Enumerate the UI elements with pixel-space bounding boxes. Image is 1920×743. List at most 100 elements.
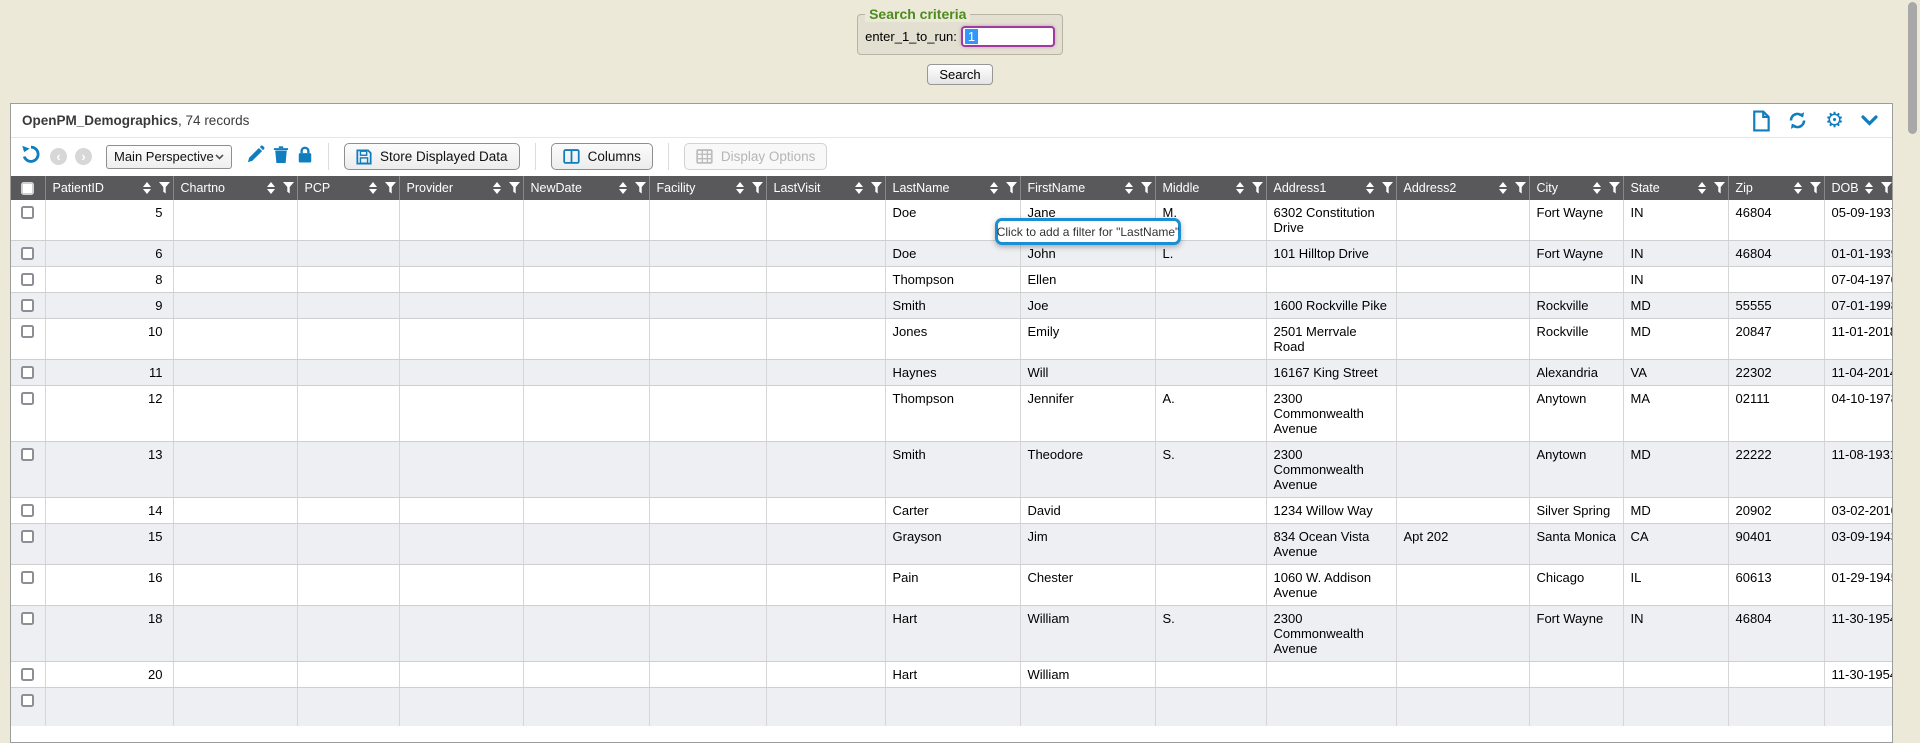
sort-arrows-icon[interactable] — [1788, 182, 1802, 194]
column-header-pcp[interactable]: PCP — [297, 176, 399, 200]
cell-newdate[interactable] — [523, 565, 649, 606]
cell-patientid[interactable]: 18 — [45, 606, 173, 662]
cell-address1[interactable]: 2300 Commonwealth Avenue — [1266, 386, 1396, 442]
cell-state[interactable]: CA — [1623, 524, 1728, 565]
cell-dob[interactable]: 11-30-1954 — [1824, 662, 1892, 688]
cell-city[interactable]: Santa Monica — [1529, 524, 1623, 565]
row-select-cell[interactable] — [11, 524, 45, 565]
cell-address1[interactable]: 2300 Commonwealth Avenue — [1266, 442, 1396, 498]
cell-middle[interactable] — [1155, 293, 1266, 319]
sort-arrows-icon[interactable] — [1119, 182, 1133, 194]
cell-address1[interactable]: 2501 Merrvale Road — [1266, 319, 1396, 360]
sort-arrows-icon[interactable] — [849, 182, 863, 194]
cell-city[interactable] — [1529, 267, 1623, 293]
cell-newdate[interactable] — [523, 293, 649, 319]
cell-patientid[interactable]: 10 — [45, 319, 173, 360]
row-select-cell[interactable] — [11, 688, 45, 726]
filter-funnel-icon[interactable] — [1382, 182, 1393, 194]
cell-pcp[interactable] — [297, 386, 399, 442]
select-all-header-cell[interactable] — [11, 176, 45, 200]
cell-lastname[interactable]: Jones — [885, 319, 1020, 360]
column-header-chartno[interactable]: Chartno — [173, 176, 297, 200]
column-header-lastvisit[interactable]: LastVisit — [766, 176, 885, 200]
column-header-zip[interactable]: Zip — [1728, 176, 1824, 200]
cell-zip[interactable]: 22302 — [1728, 360, 1824, 386]
cell-zip[interactable]: 22222 — [1728, 442, 1824, 498]
cell-state[interactable]: IN — [1623, 200, 1728, 241]
nav-forward-button[interactable]: › — [75, 148, 92, 165]
row-select-cell[interactable] — [11, 267, 45, 293]
perspective-select[interactable]: Main Perspective — [106, 145, 232, 169]
cell-city[interactable]: Anytown — [1529, 442, 1623, 498]
filter-funnel-icon[interactable] — [283, 182, 294, 194]
sort-arrows-icon[interactable] — [1230, 182, 1244, 194]
filter-funnel-icon[interactable] — [1252, 182, 1263, 194]
column-header-state[interactable]: State — [1623, 176, 1728, 200]
cell-provider[interactable] — [399, 524, 523, 565]
scrollbar-thumb[interactable] — [1908, 2, 1917, 134]
cell-facility[interactable] — [649, 662, 766, 688]
sort-arrows-icon[interactable] — [1692, 182, 1706, 194]
cell-pcp[interactable] — [297, 606, 399, 662]
cell-newdate[interactable] — [523, 662, 649, 688]
cell-lastvisit[interactable] — [766, 267, 885, 293]
cell-patientid[interactable]: 13 — [45, 442, 173, 498]
columns-button[interactable]: Columns — [551, 143, 653, 170]
row-checkbox[interactable] — [21, 612, 34, 625]
cell-address2[interactable] — [1396, 267, 1529, 293]
settings-gear-icon[interactable]: ⚙ — [1825, 110, 1844, 131]
cell-patientid[interactable]: 15 — [45, 524, 173, 565]
filter-funnel-icon[interactable] — [1609, 182, 1620, 194]
cell-middle[interactable] — [1155, 267, 1266, 293]
cell-address1[interactable] — [1266, 267, 1396, 293]
filter-funnel-icon[interactable] — [871, 182, 882, 194]
cell-patientid[interactable]: 11 — [45, 360, 173, 386]
cell-middle[interactable] — [1155, 524, 1266, 565]
cell-lastvisit[interactable] — [766, 442, 885, 498]
row-checkbox[interactable] — [21, 366, 34, 379]
row-select-cell[interactable] — [11, 200, 45, 241]
cell-state[interactable]: IL — [1623, 565, 1728, 606]
cell-lastvisit[interactable] — [766, 565, 885, 606]
cell-newdate[interactable] — [523, 524, 649, 565]
cell-address1[interactable]: 1600 Rockville Pike — [1266, 293, 1396, 319]
cell-lastname[interactable]: Smith — [885, 293, 1020, 319]
cell-lastname[interactable]: Hart — [885, 662, 1020, 688]
cell-firstname[interactable]: William — [1020, 606, 1155, 662]
filter-funnel-icon[interactable] — [1810, 182, 1821, 194]
cell-state[interactable]: IN — [1623, 267, 1728, 293]
cell-provider[interactable] — [399, 442, 523, 498]
row-select-cell[interactable] — [11, 360, 45, 386]
cell-lastvisit[interactable] — [766, 200, 885, 241]
lock-icon[interactable] — [297, 145, 313, 169]
cell-facility[interactable] — [649, 442, 766, 498]
cell-city[interactable]: Alexandria — [1529, 360, 1623, 386]
cell-address1[interactable] — [1266, 662, 1396, 688]
cell-chartno[interactable] — [173, 524, 297, 565]
cell-lastname[interactable]: Thompson — [885, 386, 1020, 442]
undo-icon[interactable] — [20, 143, 42, 170]
cell-patientid[interactable]: 9 — [45, 293, 173, 319]
delete-trash-icon[interactable] — [273, 145, 289, 169]
cell-patientid[interactable]: 14 — [45, 498, 173, 524]
cell-zip[interactable] — [1728, 662, 1824, 688]
cell-city[interactable]: Fort Wayne — [1529, 241, 1623, 267]
cell-lastname[interactable]: Haynes — [885, 360, 1020, 386]
cell-firstname[interactable]: William — [1020, 662, 1155, 688]
cell-state[interactable]: MA — [1623, 386, 1728, 442]
cell-middle[interactable] — [1155, 360, 1266, 386]
cell-state[interactable]: VA — [1623, 360, 1728, 386]
cell-state[interactable]: IN — [1623, 606, 1728, 662]
cell-pcp[interactable] — [297, 360, 399, 386]
row-checkbox[interactable] — [21, 325, 34, 338]
row-checkbox[interactable] — [21, 504, 34, 517]
cell-facility[interactable] — [649, 498, 766, 524]
column-header-address2[interactable]: Address2 — [1396, 176, 1529, 200]
sort-arrows-icon[interactable] — [984, 182, 998, 194]
cell-city[interactable]: Fort Wayne — [1529, 606, 1623, 662]
row-select-cell[interactable] — [11, 662, 45, 688]
cell-pcp[interactable] — [297, 565, 399, 606]
filter-funnel-icon[interactable] — [1881, 182, 1892, 194]
row-select-cell[interactable] — [11, 293, 45, 319]
cell-city[interactable]: Anytown — [1529, 386, 1623, 442]
